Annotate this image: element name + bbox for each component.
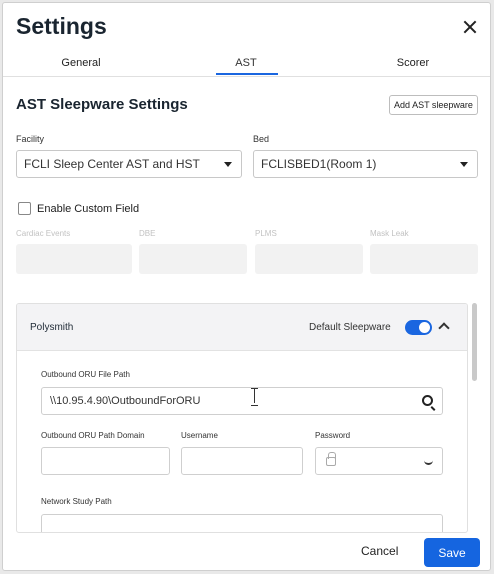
mask-leak-label: Mask Leak bbox=[370, 229, 409, 238]
dbe-field bbox=[139, 244, 247, 274]
search-icon[interactable] bbox=[422, 395, 433, 406]
plms-label: PLMS bbox=[255, 229, 277, 238]
eye-toggle-icon[interactable] bbox=[424, 460, 433, 465]
cardiac-events-label: Cardiac Events bbox=[16, 229, 71, 238]
tab-scorer[interactable]: Scorer bbox=[378, 57, 448, 69]
tab-bar: General AST Scorer bbox=[3, 53, 490, 77]
username-input[interactable] bbox=[181, 447, 303, 475]
cancel-button[interactable]: Cancel bbox=[361, 544, 398, 558]
scrollbar-thumb[interactable] bbox=[472, 303, 477, 381]
default-sleepware-label: Default Sleepware bbox=[309, 322, 391, 333]
tab-general[interactable]: General bbox=[46, 57, 116, 69]
active-tab-indicator bbox=[216, 73, 278, 75]
password-label: Password bbox=[315, 431, 351, 440]
network-study-path-input[interactable] bbox=[41, 514, 443, 532]
plms-field bbox=[255, 244, 363, 274]
scrollbar[interactable] bbox=[472, 303, 477, 533]
settings-dialog: Settings General AST Scorer AST Sleepwar… bbox=[2, 2, 491, 571]
mask-leak-field bbox=[370, 244, 478, 274]
enable-custom-field-label: Enable Custom Field bbox=[37, 203, 140, 215]
caret-down-icon bbox=[460, 162, 468, 167]
domain-input[interactable] bbox=[41, 447, 170, 475]
add-ast-sleepware-button[interactable]: Add AST sleepware bbox=[389, 95, 478, 115]
chevron-up-icon[interactable] bbox=[438, 322, 450, 334]
close-icon[interactable] bbox=[462, 19, 478, 35]
bed-select[interactable]: FCLISBED1(Room 1) bbox=[253, 150, 478, 178]
section-title: AST Sleepware Settings bbox=[16, 96, 188, 113]
text-cursor-icon bbox=[251, 388, 259, 406]
save-button[interactable]: Save bbox=[424, 538, 480, 567]
bed-value: FCLISBED1(Room 1) bbox=[261, 157, 377, 171]
domain-label: Outbound ORU Path Domain bbox=[41, 431, 145, 440]
facility-select[interactable]: FCLI Sleep Center AST and HST bbox=[16, 150, 242, 178]
tab-ast[interactable]: AST bbox=[211, 57, 281, 69]
outbound-path-label: Outbound ORU File Path bbox=[41, 370, 130, 379]
password-input[interactable] bbox=[315, 447, 443, 475]
polysmith-panel: Polysmith Default Sleepware Outbound ORU… bbox=[16, 303, 468, 533]
facility-label: Facility bbox=[16, 134, 45, 144]
outbound-path-input[interactable]: \\10.95.4.90\OutboundForORU bbox=[41, 387, 443, 415]
username-label: Username bbox=[181, 431, 218, 440]
enable-custom-field-checkbox[interactable] bbox=[18, 202, 31, 215]
panel-name: Polysmith bbox=[30, 322, 74, 333]
facility-value: FCLI Sleep Center AST and HST bbox=[24, 157, 200, 171]
dialog-title: Settings bbox=[16, 13, 107, 39]
outbound-path-value: \\10.95.4.90\OutboundForORU bbox=[50, 395, 201, 407]
network-study-path-label: Network Study Path bbox=[41, 497, 112, 506]
cardiac-events-field bbox=[16, 244, 132, 274]
panel-header[interactable]: Polysmith Default Sleepware bbox=[17, 304, 467, 351]
caret-down-icon bbox=[224, 162, 232, 167]
bed-label: Bed bbox=[253, 134, 270, 144]
default-sleepware-toggle[interactable] bbox=[405, 320, 432, 335]
dbe-label: DBE bbox=[139, 229, 156, 238]
lock-icon bbox=[326, 452, 336, 466]
